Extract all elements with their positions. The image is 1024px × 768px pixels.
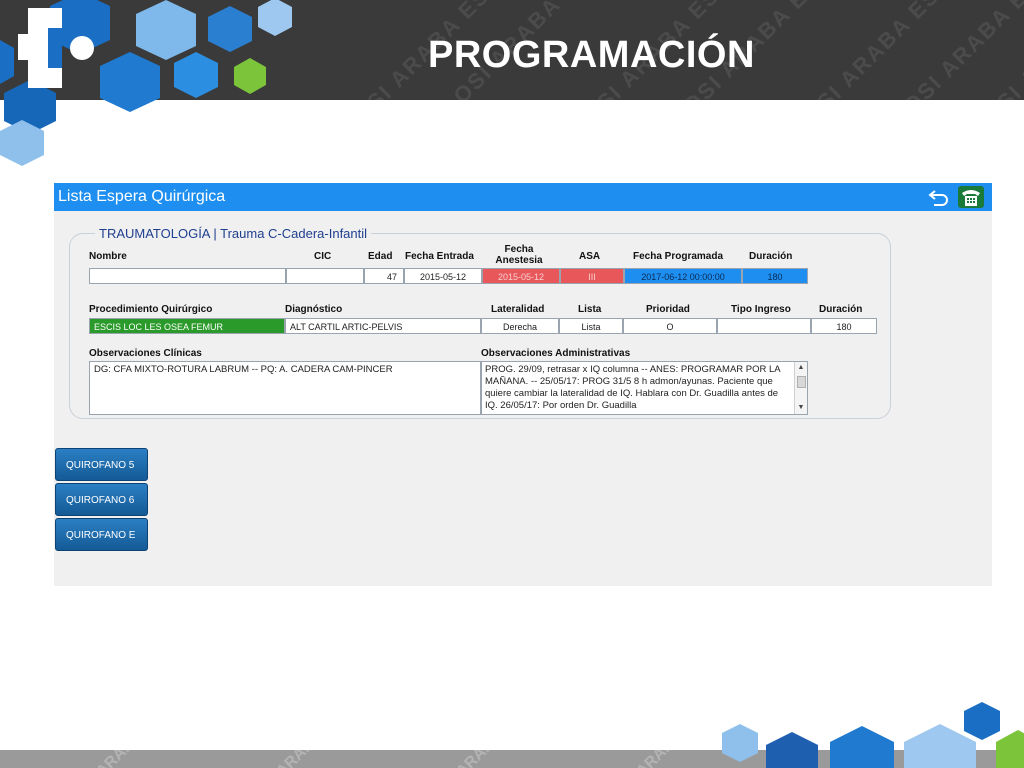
procedimiento-field[interactable]: ESCIS LOC LES OSEA FEMUR: [89, 318, 285, 334]
phone-button[interactable]: [958, 186, 984, 208]
scroll-up-icon[interactable]: ▲: [795, 362, 807, 374]
duracion-field-2[interactable]: 180: [811, 318, 877, 334]
label-observaciones-clinicas: Observaciones Clínicas: [89, 348, 202, 359]
fecha-entrada-field[interactable]: 2015-05-12: [404, 268, 482, 284]
label-procedimiento: Procedimiento Quirúrgico: [89, 304, 213, 315]
app-window: Lista Espera Quirúrgica TRAUMATOLOGÍA | …: [54, 183, 992, 586]
logo-icon: [18, 8, 94, 88]
label-tipo-ingreso: Tipo Ingreso: [731, 304, 791, 315]
label-fecha-anestesia: Fecha Anestesia: [495, 244, 543, 266]
watermark: OSI ARABA ESI: [611, 750, 708, 768]
observaciones-clinicas-field[interactable]: DG: CFA MIXTO-ROTURA LABRUM -- PQ: A. CA…: [89, 361, 481, 415]
cic-field[interactable]: [286, 268, 364, 284]
label-lista: Lista: [578, 304, 602, 315]
observaciones-administrativas-box: PROG. 29/09, retrasar x IQ columna -- AN…: [481, 361, 808, 415]
asa-field[interactable]: III: [560, 268, 624, 284]
fecha-programada-field[interactable]: 2017-06-12 00:00:00: [624, 268, 742, 284]
tipo-ingreso-field[interactable]: [717, 318, 811, 334]
duracion-field[interactable]: 180: [742, 268, 808, 284]
observaciones-administrativas-field[interactable]: PROG. 29/09, retrasar x IQ columna -- AN…: [485, 364, 791, 412]
nombre-field[interactable]: [89, 268, 286, 284]
watermark: OSI ARABA ESI: [71, 750, 168, 768]
scroll-down-icon[interactable]: ▼: [795, 402, 807, 414]
lateralidad-field[interactable]: Derecha: [481, 318, 559, 334]
back-button[interactable]: [926, 186, 952, 208]
label-duracion: Duración: [749, 251, 793, 262]
prioridad-field[interactable]: O: [623, 318, 717, 334]
phone-icon: [962, 190, 980, 206]
watermark: OSI ARABA ESI: [431, 750, 528, 768]
patient-card: TRAUMATOLOGÍA | Trauma C-Cadera-Infantil…: [69, 226, 891, 419]
label-fecha-programada: Fecha Programada: [633, 251, 724, 262]
label-edad: Edad: [368, 251, 393, 262]
label-diagnostico: Diagnóstico: [285, 304, 343, 315]
label-nombre: Nombre: [89, 251, 127, 262]
slide-title: PROGRAMACIÓN: [428, 34, 755, 76]
label-observaciones-administrativas: Observaciones Administrativas: [481, 348, 631, 359]
label-duracion-2: Duración: [819, 304, 863, 315]
quirofano-6-button[interactable]: QUIROFANO 6: [55, 483, 148, 516]
back-arrow-icon: [928, 190, 948, 206]
diagnostico-field[interactable]: ALT CARTIL ARTIC-PELVIS: [285, 318, 481, 334]
label-asa: ASA: [579, 251, 601, 262]
quirofano-5-button[interactable]: QUIROFANO 5: [55, 448, 148, 481]
lista-field[interactable]: Lista: [559, 318, 623, 334]
scroll-thumb[interactable]: [797, 376, 806, 388]
app-title: Lista Espera Quirúrgica: [58, 188, 226, 205]
watermark: OSI ARABA ESI: [251, 750, 348, 768]
label-cic: CIC: [314, 251, 332, 262]
label-lateralidad: Lateralidad: [491, 304, 545, 315]
quirofano-e-button[interactable]: QUIROFANO E: [55, 518, 148, 551]
fecha-anestesia-field[interactable]: 2015-05-12: [482, 268, 560, 284]
section-title: TRAUMATOLOGÍA | Trauma C-Cadera-Infantil: [95, 226, 372, 241]
app-header: Lista Espera Quirúrgica: [54, 183, 992, 211]
label-fecha-entrada: Fecha Entrada: [405, 251, 474, 262]
edad-field[interactable]: 47: [364, 268, 404, 284]
scrollbar[interactable]: ▲ ▼: [794, 362, 807, 414]
label-prioridad: Prioridad: [646, 304, 690, 315]
hexagon-decoration: [722, 702, 1024, 768]
